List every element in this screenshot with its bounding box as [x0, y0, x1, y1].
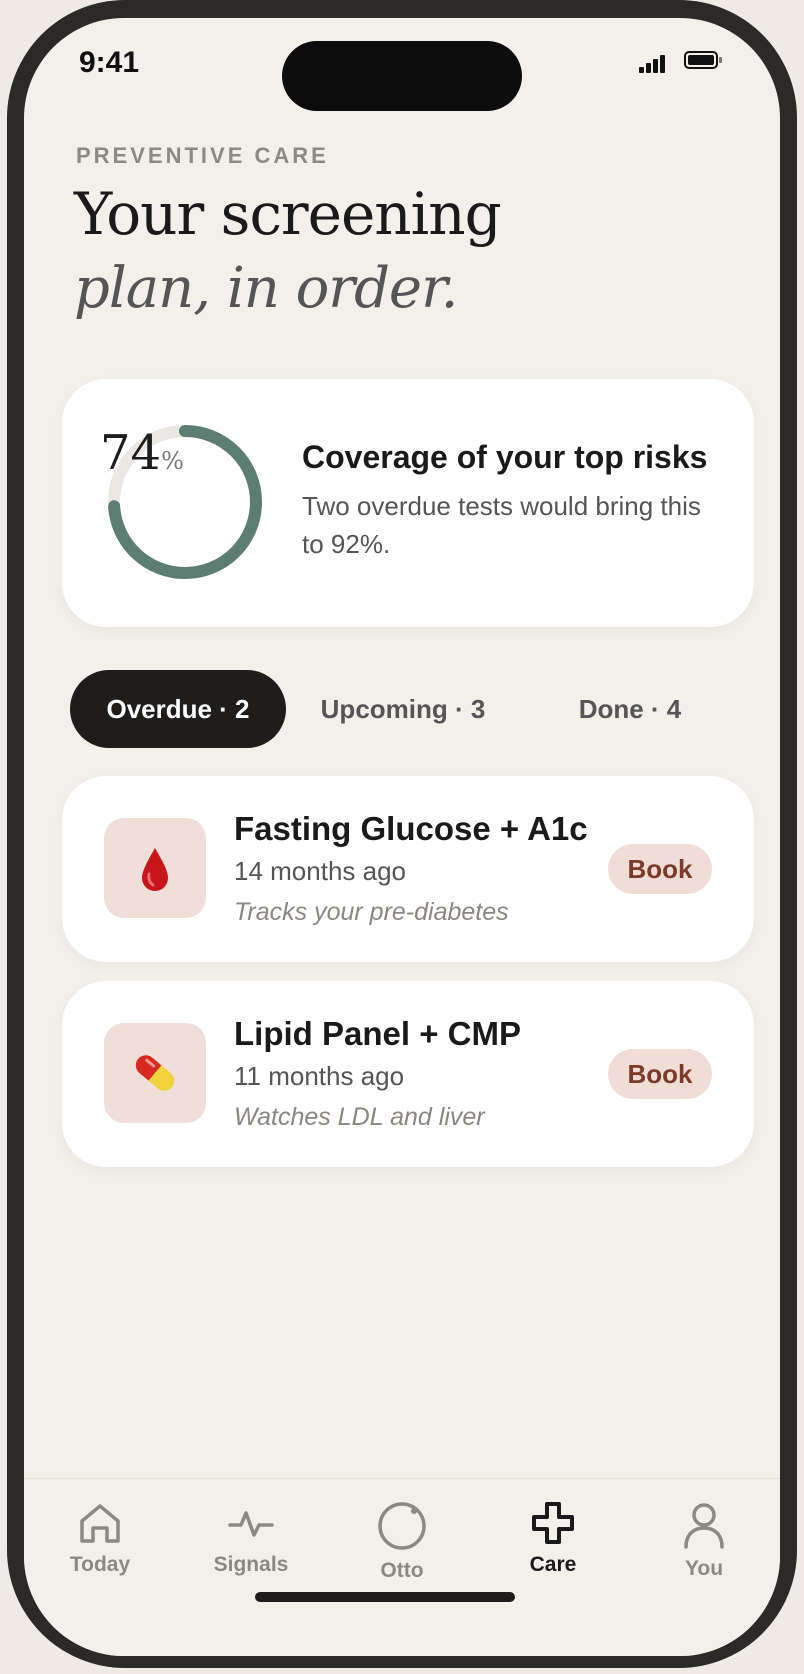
coverage-percent-unit: % — [161, 447, 184, 475]
screen: 9:41 PREVENTIVE CARE Your screening plan… — [24, 18, 780, 1656]
tab-overdue[interactable]: Overdue · 2 — [70, 670, 286, 748]
person-icon — [684, 1503, 724, 1549]
nav-label: Care — [529, 1553, 577, 1576]
test-last-done: 14 months ago — [234, 856, 407, 886]
test-icon-box — [104, 818, 206, 918]
test-last-done: 11 months ago — [234, 1061, 405, 1091]
pulse-icon — [228, 1511, 274, 1537]
battery-icon — [684, 51, 722, 69]
test-name: Lipid Panel + CMP — [234, 1015, 521, 1052]
nav-you[interactable]: You — [639, 1501, 769, 1581]
page-title-line1: Your screening — [74, 180, 502, 248]
status-time: 9:41 — [79, 46, 140, 79]
otto-icon — [378, 1502, 426, 1550]
coverage-subtitle: Two overdue tests would bring this to 92… — [302, 491, 701, 559]
coverage-title: Coverage of your top risks — [302, 439, 708, 475]
test-note: Tracks your pre-diabetes — [234, 898, 509, 926]
pill-icon — [135, 1055, 175, 1091]
coverage-percent: 74% — [100, 425, 220, 481]
home-icon — [80, 1504, 120, 1543]
cellular-signal-icon — [639, 53, 669, 73]
nav-label: You — [684, 1557, 724, 1580]
section-eyebrow: PREVENTIVE CARE — [76, 143, 329, 168]
tab-upcoming[interactable]: Upcoming · 3 — [286, 670, 520, 748]
book-button[interactable]: Book — [608, 1049, 712, 1099]
nav-label: Today — [69, 1553, 131, 1576]
page-title-line2: plan, in order. — [74, 256, 458, 321]
nav-today[interactable]: Today — [35, 1501, 165, 1577]
test-icon-box — [104, 1023, 206, 1123]
nav-label: Signals — [213, 1553, 289, 1576]
care-cross-icon — [532, 1502, 574, 1544]
coverage-percent-value: 74 — [100, 425, 162, 481]
tab-done[interactable]: Done · 4 — [520, 670, 740, 748]
book-button[interactable]: Book — [608, 844, 712, 894]
dynamic-island — [282, 41, 522, 111]
test-name: Fasting Glucose + A1c — [234, 810, 588, 847]
test-card-glucose[interactable]: Fasting Glucose + A1c 14 months ago Trac… — [62, 776, 754, 962]
blood-drop-icon — [142, 848, 168, 891]
home-indicator[interactable] — [255, 1592, 515, 1602]
nav-signals[interactable]: Signals — [186, 1501, 316, 1577]
nav-care[interactable]: Care — [488, 1501, 618, 1577]
nav-otto[interactable]: Otto — [337, 1501, 467, 1583]
test-card-lipid[interactable]: Lipid Panel + CMP 11 months ago Watches … — [62, 981, 754, 1167]
filter-tabs: Overdue · 2 Upcoming · 3 Done · 4 — [70, 670, 750, 748]
test-note: Watches LDL and liver — [234, 1103, 485, 1131]
nav-label: Otto — [380, 1559, 424, 1582]
phone-frame: 9:41 PREVENTIVE CARE Your screening plan… — [7, 0, 797, 1668]
bottom-tab-bar: Today Signals Otto Care You — [24, 1478, 780, 1656]
coverage-card: 74% Coverage of your top risks Two overd… — [62, 379, 754, 627]
